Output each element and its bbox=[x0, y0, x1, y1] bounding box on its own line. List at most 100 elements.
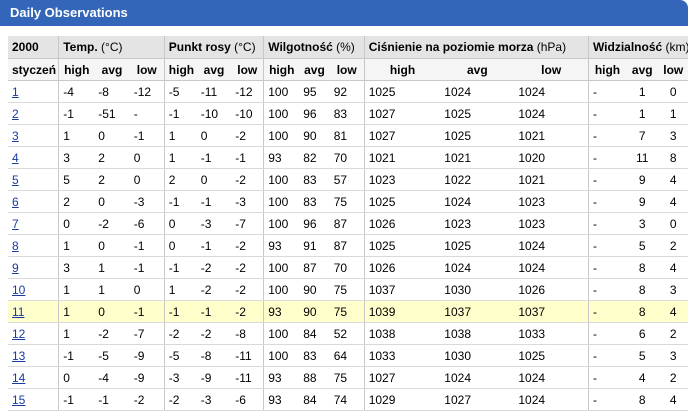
press-high-cell: 1027 bbox=[363, 124, 441, 147]
day-link[interactable]: 8 bbox=[12, 239, 19, 253]
day-link[interactable]: 3 bbox=[12, 129, 19, 143]
hum-avg-cell: 83 bbox=[299, 168, 330, 191]
press-avg-cell: 1030 bbox=[440, 344, 515, 367]
press-avg-cell: 1025 bbox=[440, 124, 515, 147]
temp-high-cell: 3 bbox=[58, 256, 95, 279]
hum-low-cell: 52 bbox=[329, 322, 365, 345]
hum-avg-cell: 88 bbox=[299, 366, 330, 389]
hum-avg-cell: 95 bbox=[299, 80, 330, 103]
vis-high-cell: - bbox=[587, 146, 626, 169]
press-avg-header: avg bbox=[440, 58, 515, 81]
day-link[interactable]: 10 bbox=[12, 283, 25, 297]
temp-high-cell: 5 bbox=[58, 168, 95, 191]
vis-low-cell: 3 bbox=[658, 278, 688, 301]
temp-low-cell: -1 bbox=[129, 124, 165, 147]
dew-low-cell: -12 bbox=[231, 80, 264, 103]
dew-high-cell: 1 bbox=[163, 146, 197, 169]
press-low-cell: 1024 bbox=[514, 102, 589, 125]
hum-avg-cell: 91 bbox=[299, 234, 330, 257]
table-row: 1 -4 -8 -12 -5 -11 -12 100 95 92 1025 1024 1024-1 0 bbox=[8, 80, 688, 103]
temp-high-cell: 3 bbox=[58, 146, 95, 169]
day-link[interactable]: 2 bbox=[12, 107, 19, 121]
temp-avg-cell: 2 bbox=[94, 168, 130, 191]
hum-low-cell: 75 bbox=[329, 366, 365, 389]
dew-low-cell: -11 bbox=[231, 366, 264, 389]
day-link[interactable]: 6 bbox=[12, 195, 19, 209]
temp-low-cell: -7 bbox=[129, 322, 165, 345]
vis-low-cell: 3 bbox=[658, 124, 688, 147]
temp-low-cell: -9 bbox=[129, 344, 165, 367]
press-high-cell: 1033 bbox=[363, 344, 441, 367]
day-cell: 4 bbox=[8, 146, 59, 169]
hum-avg-cell: 84 bbox=[299, 322, 330, 345]
press-high-cell: 1025 bbox=[363, 80, 441, 103]
vis-avg-cell: 9 bbox=[626, 190, 659, 213]
table-row: 12 1 -2 -7 -2 -2 -8 100 84 52 1038 1038 1033-6 2 bbox=[8, 322, 688, 345]
hum-high-cell: 93 bbox=[263, 366, 300, 389]
vis-avg-cell: 9 bbox=[626, 168, 659, 191]
temp-avg-cell: -51 bbox=[94, 102, 130, 125]
year-header: 2000 bbox=[8, 36, 59, 59]
press-high-cell: 1023 bbox=[363, 168, 441, 191]
temp-high-cell: 2 bbox=[58, 190, 95, 213]
press-high-cell: 1026 bbox=[363, 256, 441, 279]
day-link[interactable]: 7 bbox=[12, 217, 19, 231]
press-avg-cell: 1022 bbox=[440, 168, 515, 191]
vis-avg-cell: 5 bbox=[626, 344, 659, 367]
vis-low-cell: 8 bbox=[658, 146, 688, 169]
hum-low-cell: 83 bbox=[329, 102, 365, 125]
day-cell: 15 bbox=[8, 388, 59, 411]
hum-high-header: high bbox=[263, 58, 300, 81]
day-cell: 3 bbox=[8, 124, 59, 147]
table-row: 13 -1 -5 -9 -5 -8 -11 100 83 64 1033 1030 1025-5 3 bbox=[8, 344, 688, 367]
dew-low-cell: -2 bbox=[231, 124, 264, 147]
vis-high-cell: - bbox=[587, 124, 626, 147]
press-avg-cell: 1021 bbox=[440, 146, 515, 169]
press-avg-cell: 1027 bbox=[440, 388, 515, 411]
press-avg-cell: 1037 bbox=[440, 300, 515, 323]
dew-high-cell: 0 bbox=[163, 212, 197, 235]
press-low-cell: 1023 bbox=[514, 190, 589, 213]
hum-low-cell: 74 bbox=[329, 388, 365, 411]
temp-low-cell: -3 bbox=[129, 190, 165, 213]
press-low-cell: 1024 bbox=[514, 256, 589, 279]
press-low-cell: 1020 bbox=[514, 146, 589, 169]
day-link[interactable]: 9 bbox=[12, 261, 19, 275]
temp-avg-cell: 0 bbox=[94, 300, 130, 323]
observations-body: 1 -4 -8 -12 -5 -11 -12 100 95 92 1025 1024 1024-1 0 2-… bbox=[8, 80, 688, 411]
press-low-cell: 1033 bbox=[514, 322, 589, 345]
header-row-groups: 2000 Temp. (°C) Punkt rosy (°C) Wilgotno… bbox=[8, 36, 688, 59]
press-high-cell: 1026 bbox=[363, 212, 441, 235]
day-link[interactable]: 15 bbox=[12, 393, 25, 407]
day-link[interactable]: 5 bbox=[12, 173, 19, 187]
table-row: 10 1 1 0 1 -2 -2 100 90 75 1037 1030 1026-8 3 bbox=[8, 278, 688, 301]
hum-low-cell: 75 bbox=[329, 190, 365, 213]
temp-low-cell: -1 bbox=[129, 300, 165, 323]
hum-avg-cell: 87 bbox=[299, 256, 330, 279]
day-link[interactable]: 12 bbox=[12, 327, 25, 341]
dew-low-cell: -2 bbox=[231, 234, 264, 257]
dew-high-cell: -3 bbox=[163, 366, 197, 389]
vis-avg-cell: 7 bbox=[626, 124, 659, 147]
temp-avg-cell: 0 bbox=[94, 190, 130, 213]
temp-low-header: low bbox=[129, 58, 165, 81]
press-avg-cell: 1024 bbox=[440, 256, 515, 279]
vis-avg-cell: 3 bbox=[626, 212, 659, 235]
press-low-cell: 1024 bbox=[514, 388, 589, 411]
temp-high-cell: -1 bbox=[58, 344, 95, 367]
day-link[interactable]: 11 bbox=[12, 305, 24, 319]
day-link[interactable]: 14 bbox=[12, 371, 25, 385]
vis-high-header: high bbox=[587, 58, 626, 81]
temp-avg-cell: -1 bbox=[94, 388, 130, 411]
press-low-cell: 1024 bbox=[514, 234, 589, 257]
day-link[interactable]: 1 bbox=[12, 85, 19, 99]
dew-avg-cell: -2 bbox=[196, 322, 232, 345]
day-link[interactable]: 13 bbox=[12, 349, 25, 363]
temp-low-cell: -12 bbox=[129, 80, 165, 103]
hum-low-cell: 81 bbox=[329, 124, 365, 147]
temp-avg-cell: 2 bbox=[94, 146, 130, 169]
dew-low-cell: -3 bbox=[231, 190, 264, 213]
day-link[interactable]: 4 bbox=[12, 151, 19, 165]
press-avg-cell: 1023 bbox=[440, 212, 515, 235]
temp-low-cell: -1 bbox=[129, 234, 165, 257]
